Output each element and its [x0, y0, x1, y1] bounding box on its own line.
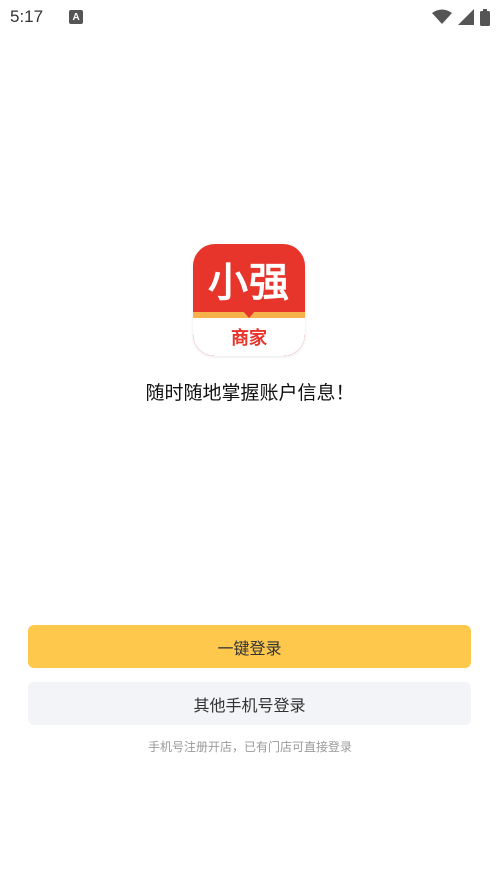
logo-subtitle: 商家 [193, 318, 305, 356]
app-logo: 小强 商家 [193, 244, 305, 356]
status-icons [432, 8, 490, 26]
other-phone-login-button[interactable]: 其他手机号登录 [28, 682, 471, 725]
logo-notch [242, 310, 256, 318]
app-notification-icon: A [69, 10, 84, 24]
logo-title: 小强 [208, 260, 290, 306]
status-time: 5:17 [10, 7, 44, 26]
status-bar: 5:17 A [0, 0, 500, 34]
wifi-icon [432, 9, 452, 24]
register-hint: 手机号注册开店，已有门店可直接登录 [147, 740, 352, 754]
one-click-login-button[interactable]: 一键登录 [28, 625, 471, 668]
cellular-signal-icon [458, 9, 474, 25]
battery-icon [480, 8, 490, 26]
login-screen: 5:17 A 小强 商家 随时随地掌握账户信息！ 一键登录 其他手机号登录 手机… [0, 0, 500, 888]
slogan-text: 随时随地掌握账户信息！ [145, 382, 355, 404]
